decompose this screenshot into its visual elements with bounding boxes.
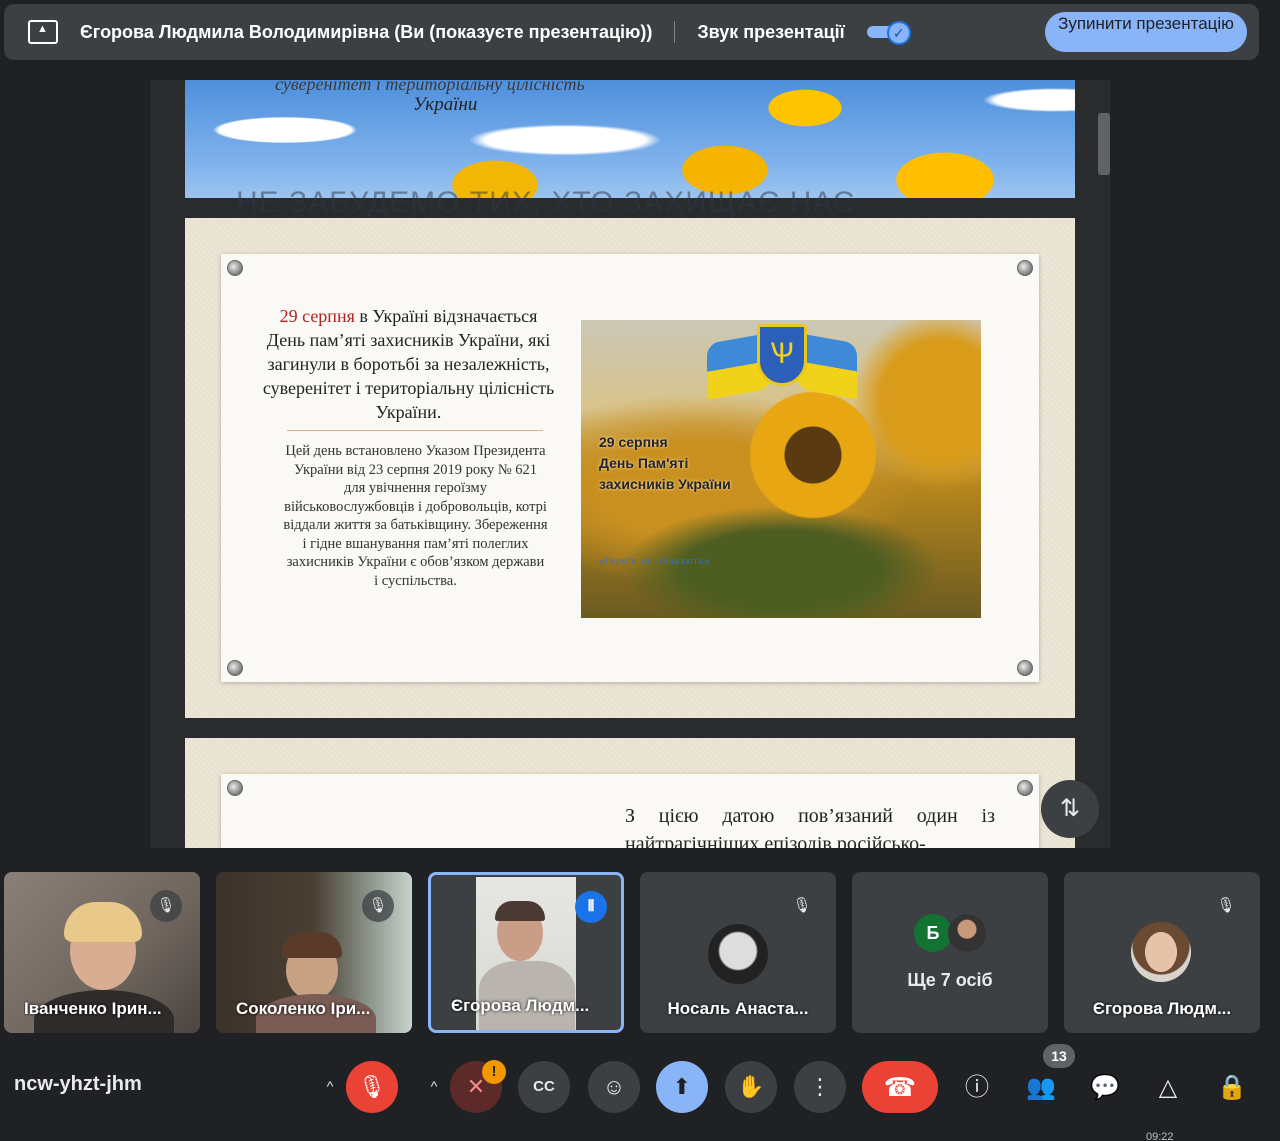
present-screen-icon — [28, 20, 58, 44]
people-icon[interactable]: 👥 — [1021, 1068, 1061, 1108]
system-clock: 09:22 — [1146, 1131, 1174, 1141]
more-participants-label: Ще 7 осіб — [907, 970, 993, 990]
avatar — [948, 914, 986, 952]
more-options-button[interactable]: ⋮ — [794, 1061, 846, 1113]
photo-caption-line: 29 серпня — [599, 434, 668, 450]
avatar — [708, 924, 768, 984]
slide-date: 29 серпня — [279, 306, 355, 326]
avatar — [1131, 922, 1191, 982]
presentation-sound-toggle[interactable]: ✓ — [866, 21, 911, 45]
participant-tile[interactable]: 🎙 Іванченко Ірин... — [4, 872, 200, 1033]
stop-presenting-button[interactable]: Зупинити презентацію — [1045, 12, 1247, 52]
host-controls-lock-icon[interactable]: 🔒 — [1212, 1068, 1252, 1108]
slide-1: 29 серпня в Україні відзначається День п… — [185, 218, 1075, 718]
slide-2: З цією датою пов’язаний один із найтрагі… — [185, 738, 1075, 848]
photo-small-text: «Героїв не вбивають» — [599, 556, 711, 566]
speaking-indicator-icon: ⦀ — [575, 891, 607, 923]
more-participants-tile[interactable]: Б Ще 7 осіб — [852, 872, 1048, 1033]
sunflower-header-image: суверенітет і територіальну цілісність У… — [185, 80, 1075, 198]
text-divider — [287, 430, 543, 431]
participant-tile[interactable]: 🎙 Єгорова Людм... — [1064, 872, 1260, 1033]
captions-button[interactable]: CC — [518, 1061, 570, 1113]
check-icon: ✓ — [886, 21, 911, 45]
emoji-reaction-button[interactable]: ☺ — [588, 1061, 640, 1113]
camera-options-caret-icon[interactable]: ^ — [422, 1074, 446, 1098]
mic-options-caret-icon[interactable]: ^ — [318, 1074, 342, 1098]
photo-caption-line: День Пам'яті — [599, 455, 689, 471]
avatar: Б — [914, 914, 952, 952]
pin-icon — [1017, 260, 1033, 276]
trident-icon: Ѱ — [757, 324, 807, 386]
participant-tile[interactable]: 🎙 Носаль Анаста... — [640, 872, 836, 1033]
ghost-slide-title: НЕ ЗАБУДЕМО ТИХ, ХТО ЗАХИЩАЄ НАС — [236, 186, 856, 219]
presentation-sound-label: Звук презентації — [697, 21, 845, 42]
photo-caption: 29 серпня День Пам'яті захисників Україн… — [599, 432, 731, 495]
mic-off-icon: 🎙 — [150, 890, 182, 922]
mic-off-icon: 🎙 — [786, 890, 818, 922]
pin-icon — [227, 780, 243, 796]
raise-hand-button[interactable]: ✋ — [725, 1061, 777, 1113]
photo-caption-line: захисників України — [599, 476, 731, 492]
slide-2-paper: З цією датою пов’язаний один із найтрагі… — [221, 774, 1039, 848]
chat-icon[interactable]: 💬 — [1085, 1068, 1125, 1108]
mic-off-icon: 🎙 — [362, 890, 394, 922]
topbar-divider — [674, 21, 676, 43]
presenting-bar: Єгорова Людмила Володимирівна (Ви (показ… — [4, 4, 1259, 60]
present-now-button[interactable]: ⬆ — [656, 1061, 708, 1113]
person-hair — [282, 932, 342, 958]
leave-call-button[interactable]: ☎ — [862, 1061, 938, 1113]
meeting-code: ncw-yhzt-jhm — [14, 1073, 142, 1095]
participant-name: Носаль Анаста... — [667, 999, 809, 1018]
meeting-details-info-icon[interactable]: ⓘ — [957, 1068, 997, 1108]
slide-1-paper: 29 серпня в Україні відзначається День п… — [221, 254, 1039, 682]
pin-icon — [227, 260, 243, 276]
slide-2-text: З цією датою пов’язаний один із найтрагі… — [625, 805, 995, 848]
presentation-stage: суверенітет і територіальну цілісність У… — [150, 80, 1110, 848]
people-count-badge: 13 — [1043, 1044, 1075, 1068]
mic-toggle-button[interactable]: 🎙 — [346, 1061, 398, 1113]
activities-icon[interactable]: △ — [1148, 1068, 1188, 1108]
participant-tile[interactable]: 🎙 Соколенко Іри... — [216, 872, 412, 1033]
header-caption-line2: України — [413, 94, 478, 115]
slide-main-text: 29 серпня в Україні відзначається День п… — [261, 304, 556, 424]
slide-sub-text: Цей день встановлено Указом Президента У… — [283, 443, 548, 589]
scroll-toggle-button[interactable]: ⇅ — [1041, 780, 1099, 838]
pin-icon — [1017, 660, 1033, 676]
warning-badge-icon: ! — [482, 1060, 506, 1084]
pin-icon — [227, 660, 243, 676]
presentation-scrollbar[interactable] — [1098, 113, 1110, 175]
person-hair — [495, 901, 545, 921]
header-caption-line1: суверенітет і територіальну цілісність — [275, 80, 585, 94]
memorial-sunflower-photo: Ѱ 29 серпня День Пам'яті захисників Укра… — [581, 320, 981, 618]
participant-name: Єгорова Людм... — [1092, 999, 1232, 1018]
participant-name: Єгорова Людм... — [451, 996, 590, 1015]
mic-off-icon: 🎙 — [1210, 890, 1242, 922]
presenter-label: Єгорова Людмила Володимирівна (Ви (показ… — [80, 21, 653, 42]
pin-icon — [1017, 780, 1033, 796]
participant-name: Іванченко Ірин... — [24, 999, 162, 1018]
participant-tile-active[interactable]: ⦀ Єгорова Людм... — [428, 872, 624, 1033]
participant-name: Соколенко Іри... — [236, 999, 371, 1018]
